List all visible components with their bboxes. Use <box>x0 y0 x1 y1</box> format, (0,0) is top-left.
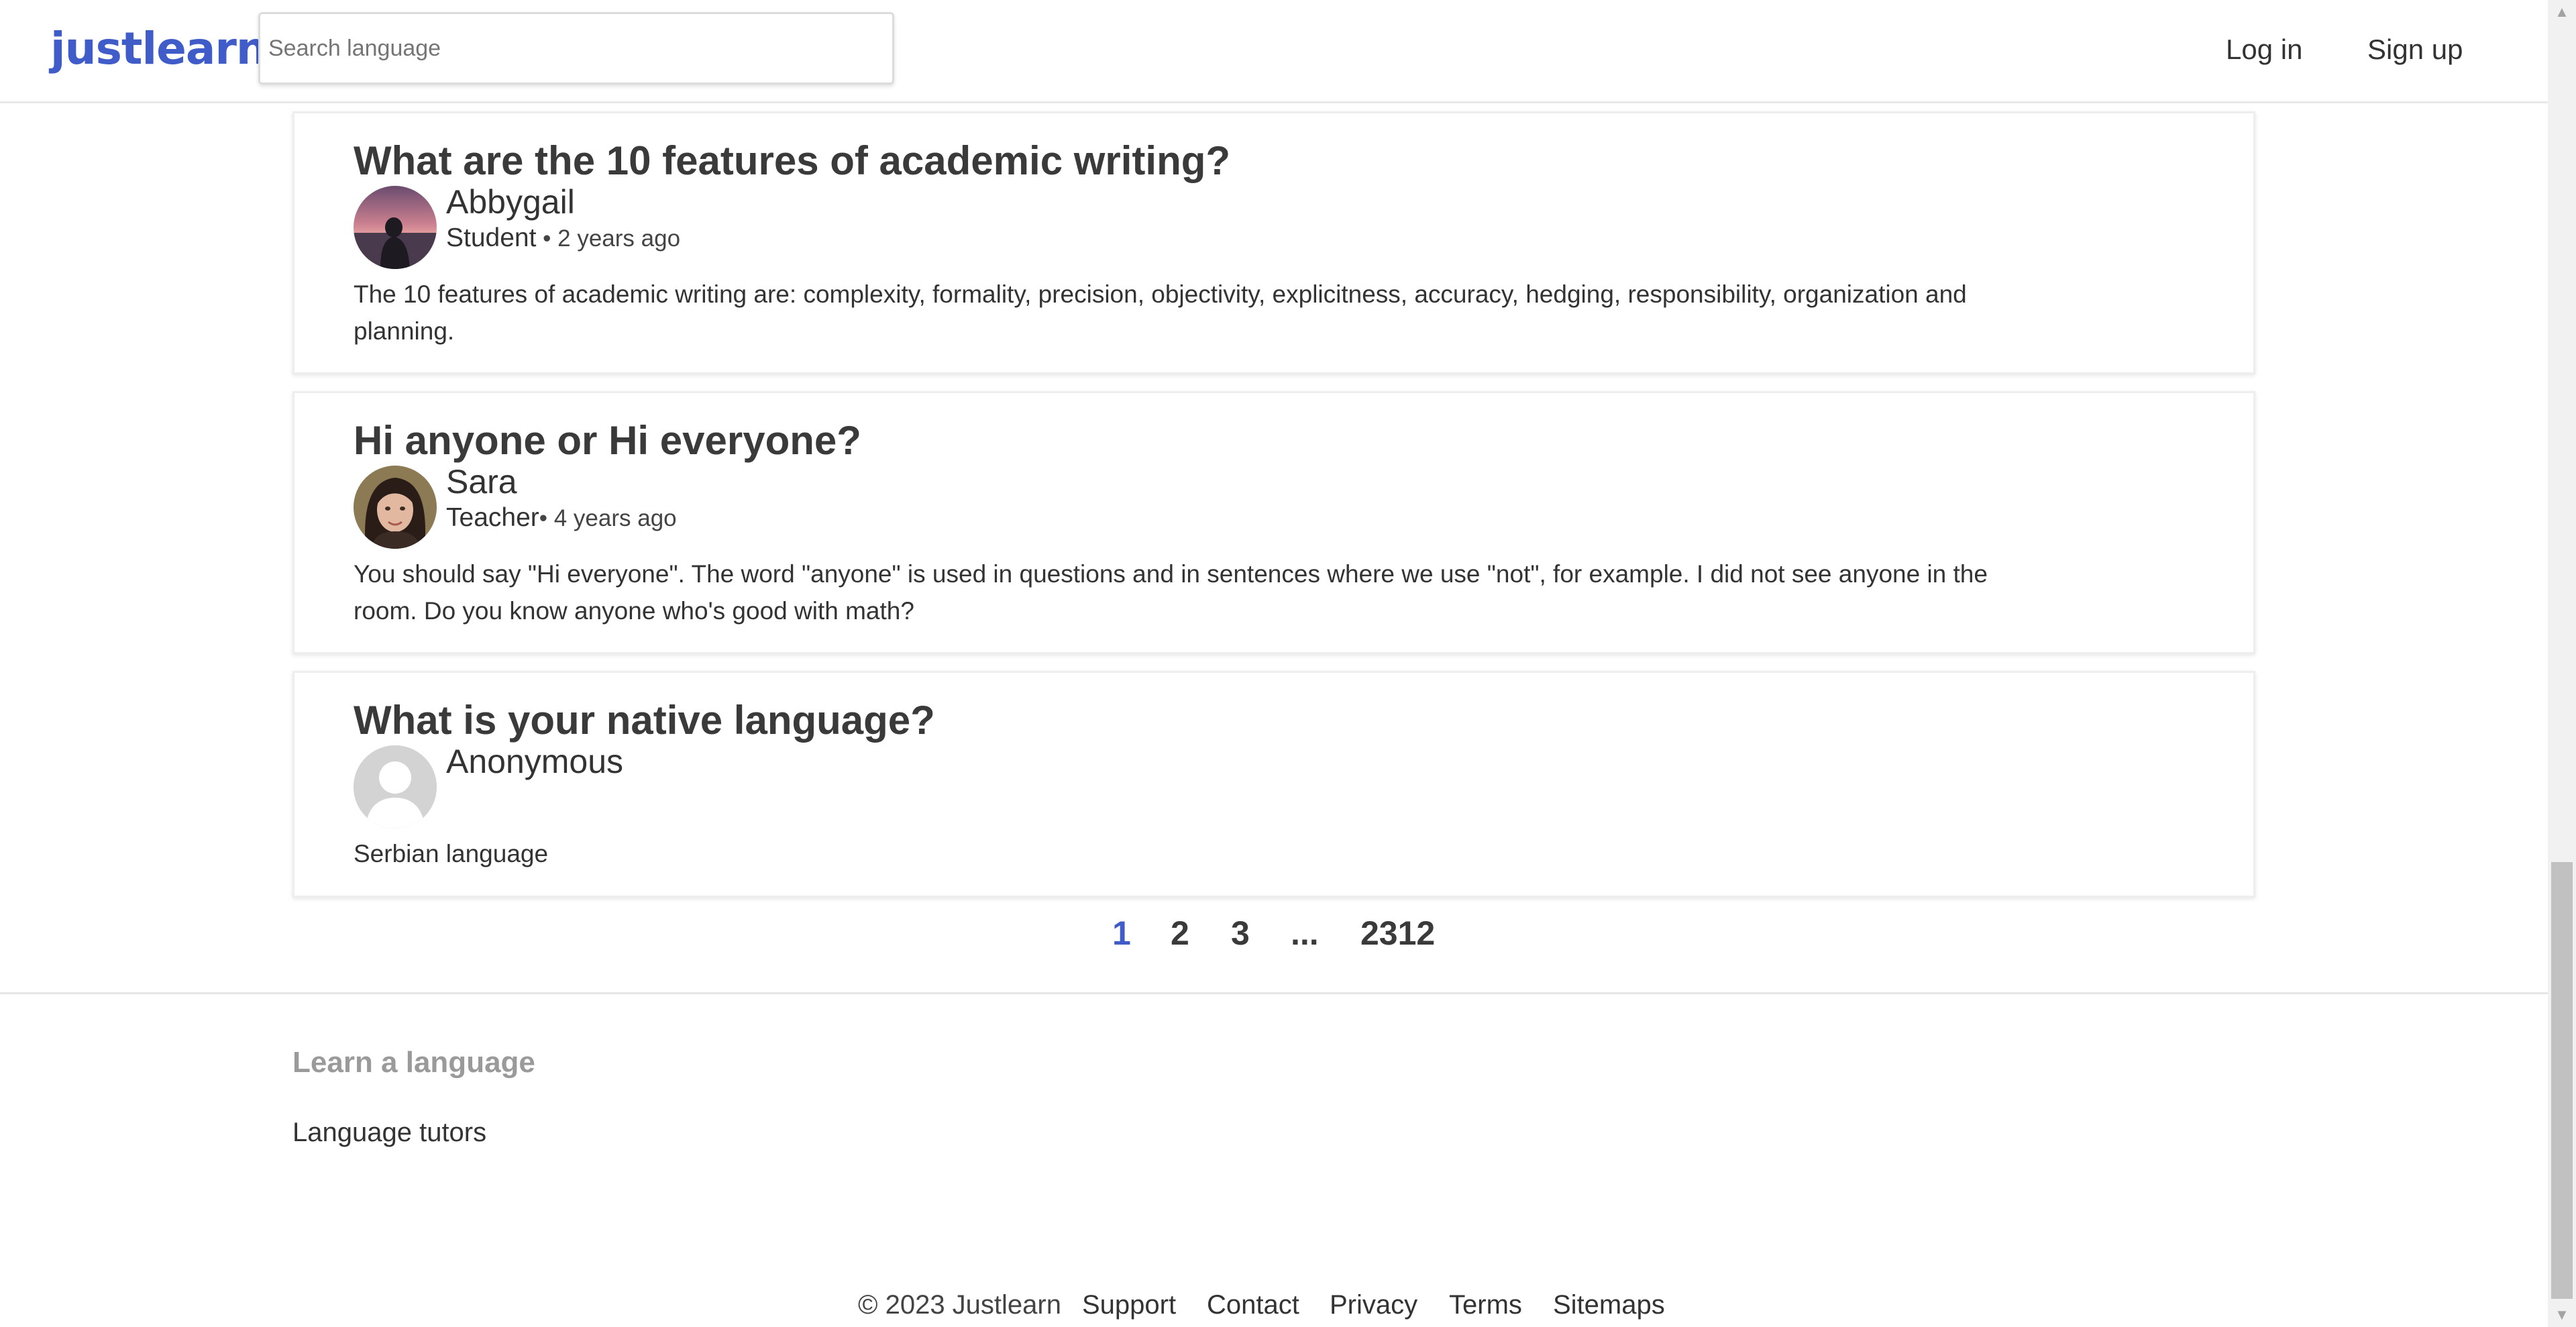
author-role: Teacher <box>446 503 539 532</box>
page-link-2[interactable]: 2 <box>1171 911 1189 955</box>
author-name[interactable]: Anonymous <box>446 741 623 782</box>
search-input[interactable] <box>258 12 894 85</box>
footer-link-support[interactable]: Support <box>1082 1286 1176 1324</box>
footer-link-contact[interactable]: Contact <box>1207 1286 1299 1324</box>
sunset-photo-avatar-icon <box>354 186 437 269</box>
page-ellipsis: ... <box>1291 914 1319 952</box>
signup-link[interactable]: Sign up <box>2367 31 2463 68</box>
copyright-text: © 2023 Justlearn <box>858 1290 1061 1320</box>
pagination: 1 2 3 ... 2312 <box>0 911 2548 958</box>
post-time: 4 years ago <box>553 505 677 531</box>
post-title[interactable]: What are the 10 features of academic wri… <box>354 137 1230 185</box>
post-card[interactable]: Hi anyone or Hi everyone? Sara Teacher• … <box>292 391 2255 654</box>
site-header: justlearn Log in Sign up <box>0 0 2548 103</box>
woman-photo-avatar-icon <box>354 466 437 549</box>
footer-divider <box>0 992 2548 994</box>
scrollbar-thumb[interactable] <box>2551 862 2573 1299</box>
post-title[interactable]: Hi anyone or Hi everyone? <box>354 417 861 465</box>
footer-link-sitemaps[interactable]: Sitemaps <box>1553 1286 1665 1324</box>
post-time: 2 years ago <box>557 225 681 252</box>
separator: • <box>539 505 554 531</box>
author-name[interactable]: Sara <box>446 462 517 502</box>
author-avatar[interactable] <box>354 186 437 269</box>
post-meta: Student • 2 years ago <box>446 222 680 260</box>
scroll-up-arrow-icon[interactable]: ▲ <box>2548 0 2576 24</box>
page-link-1[interactable]: 1 <box>1112 911 1131 955</box>
post-body: Serbian language <box>354 840 549 867</box>
page-scrollbar[interactable]: ▲ ▼ <box>2548 0 2576 1327</box>
post-card[interactable]: What is your native language? Anonymous … <box>292 671 2255 898</box>
footer-heading: Learn a language <box>292 1046 535 1079</box>
post-title[interactable]: What is your native language? <box>354 696 935 745</box>
author-name[interactable]: Abbygail <box>446 182 575 222</box>
language-tutors-link[interactable]: Language tutors <box>292 1114 486 1151</box>
page-link-3[interactable]: 3 <box>1231 911 1250 955</box>
author-avatar[interactable] <box>354 466 437 549</box>
author-role: Student <box>446 223 537 252</box>
post-meta: Teacher• 4 years ago <box>446 502 677 539</box>
scroll-down-arrow-icon[interactable]: ▼ <box>2548 1303 2576 1327</box>
post-body: The 10 features of academic writing are:… <box>354 280 1967 345</box>
post-card[interactable]: What are the 10 features of academic wri… <box>292 111 2255 374</box>
post-body: You should say "Hi everyone". The word "… <box>354 560 1988 625</box>
footer-link-terms[interactable]: Terms <box>1449 1286 1522 1324</box>
page-link-last[interactable]: 2312 <box>1360 911 1435 955</box>
separator: • <box>536 225 558 252</box>
default-user-icon <box>354 745 437 829</box>
footer-link-privacy[interactable]: Privacy <box>1330 1286 1417 1324</box>
justlearn-logo[interactable]: justlearn <box>50 19 268 79</box>
author-avatar[interactable] <box>354 745 437 829</box>
login-link[interactable]: Log in <box>2226 31 2302 68</box>
